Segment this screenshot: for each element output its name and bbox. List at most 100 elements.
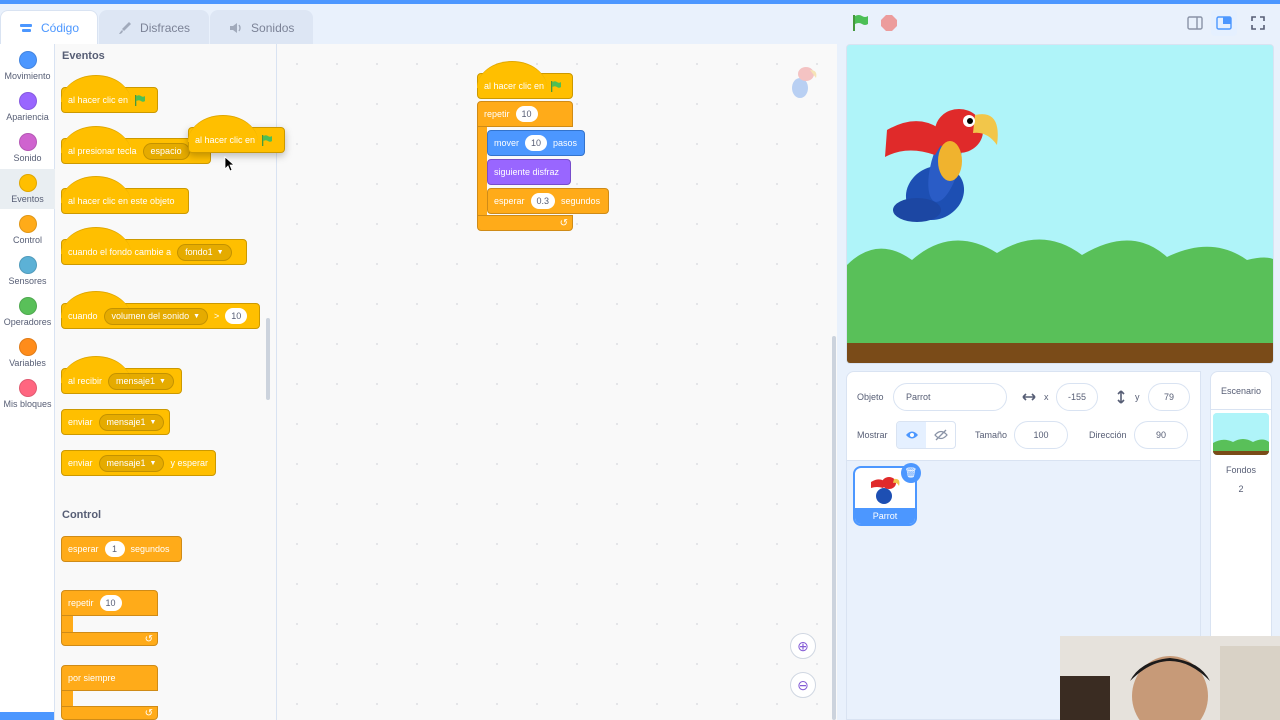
- category-label: Sonido: [13, 153, 42, 163]
- key-dropdown[interactable]: espacio: [142, 142, 190, 160]
- block-text: segundos: [561, 196, 601, 206]
- repeat-footer: ↺: [61, 632, 158, 646]
- horizontal-arrows-icon: [1022, 393, 1036, 401]
- tab-sounds[interactable]: Sonidos: [210, 10, 314, 44]
- show-sprite-button[interactable]: [897, 422, 926, 448]
- chevron-down-icon: ▼: [149, 418, 157, 426]
- small-stage-button[interactable]: [1182, 10, 1208, 36]
- block-broadcast[interactable]: enviar mensaje1 ▼: [61, 409, 170, 435]
- top-accent-bar: [0, 0, 1280, 4]
- script-repeat[interactable]: repetir 10: [477, 101, 573, 127]
- block-forever[interactable]: por siempre: [61, 665, 158, 691]
- block-text: al hacer clic en este objeto: [68, 196, 175, 206]
- message-dropdown[interactable]: mensaje1 ▼: [98, 454, 165, 472]
- category-control[interactable]: Control: [0, 210, 55, 250]
- block-when-backdrop-switches[interactable]: cuando el fondo cambie a fondo1 ▼: [61, 227, 247, 265]
- current-sprite-watermark-icon: [792, 67, 817, 98]
- number-input[interactable]: 10: [515, 106, 538, 122]
- direction-input[interactable]: 90: [1134, 421, 1188, 449]
- number-input[interactable]: 10: [225, 308, 248, 324]
- category-events[interactable]: Eventos: [0, 169, 55, 209]
- tab-code[interactable]: Código: [0, 10, 99, 44]
- zoom-out-button[interactable]: ⊖: [790, 672, 816, 698]
- category-motion[interactable]: Movimiento: [0, 46, 55, 86]
- backdrops-count: 2: [1238, 484, 1244, 494]
- sensor-dropdown[interactable]: volumen del sonido ▼: [103, 307, 209, 325]
- block-text: esperar: [494, 196, 525, 206]
- green-flag-button[interactable]: [847, 10, 873, 36]
- tab-label: Disfraces: [140, 20, 191, 35]
- category-menu: Movimiento Apariencia Sonido Eventos Con…: [0, 44, 55, 720]
- x-position-input[interactable]: -155: [1056, 383, 1098, 411]
- block-text: al recibir: [68, 376, 103, 386]
- chevron-down-icon: ▼: [193, 312, 201, 320]
- script-wait[interactable]: esperar 0.3 segundos: [487, 188, 609, 214]
- green-flag-icon: [551, 80, 562, 92]
- block-repeat[interactable]: repetir 10: [61, 590, 158, 616]
- number-input[interactable]: 1: [104, 541, 125, 557]
- stage-canvas[interactable]: [846, 44, 1274, 364]
- script-when-flag-clicked[interactable]: al hacer clic en: [477, 61, 573, 99]
- backdrop-dropdown[interactable]: fondo1 ▼: [177, 243, 232, 261]
- dragging-block-when-flag-clicked[interactable]: al hacer clic en: [188, 115, 285, 153]
- block-when-loudness[interactable]: cuando volumen del sonido ▼ > 10: [61, 291, 260, 329]
- hide-sprite-button[interactable]: [926, 422, 955, 448]
- block-text: pasos: [553, 138, 578, 148]
- script-repeat-mouth: [477, 127, 487, 215]
- large-stage-button[interactable]: [1211, 10, 1237, 36]
- category-my-blocks[interactable]: Mis bloques: [0, 374, 55, 414]
- fullscreen-icon: [1251, 16, 1265, 30]
- block-when-i-receive[interactable]: al recibir mensaje1 ▼: [61, 356, 182, 394]
- fullscreen-button[interactable]: [1245, 10, 1271, 36]
- palette-scrollbar[interactable]: [266, 318, 270, 400]
- number-input[interactable]: 10: [99, 595, 122, 611]
- stop-button[interactable]: [876, 10, 902, 36]
- category-sound[interactable]: Sonido: [0, 128, 55, 168]
- block-when-sprite-clicked[interactable]: al hacer clic en este objeto: [61, 176, 189, 214]
- chevron-down-icon: ▼: [216, 248, 224, 256]
- loop-arrow-icon: ↺: [559, 217, 568, 229]
- dropdown-value: fondo1: [185, 247, 213, 257]
- category-looks[interactable]: Apariencia: [0, 87, 55, 127]
- category-sensing[interactable]: Sensores: [0, 251, 55, 291]
- parrot-thumbnail: [871, 477, 900, 504]
- number-input[interactable]: 0.3: [530, 193, 556, 209]
- green-flag-icon: [135, 94, 146, 106]
- script-move-steps[interactable]: mover 10 pasos: [487, 130, 585, 156]
- block-broadcast-and-wait[interactable]: enviar mensaje1 ▼ y esperar: [61, 450, 216, 476]
- script-next-costume[interactable]: siguiente disfraz: [487, 159, 571, 185]
- category-variables[interactable]: Variables: [0, 333, 55, 373]
- category-label: Control: [12, 235, 42, 245]
- extensions-button-edge[interactable]: [0, 712, 54, 720]
- show-label: Mostrar: [857, 430, 888, 440]
- chevron-down-icon: ▼: [159, 377, 166, 385]
- loop-arrow-icon: ↺: [144, 707, 153, 719]
- block-text: cuando el fondo cambie a: [68, 247, 172, 257]
- block-when-flag-clicked[interactable]: al hacer clic en: [61, 75, 158, 113]
- delete-sprite-button[interactable]: 🗑: [901, 463, 921, 483]
- y-position-input[interactable]: 79: [1148, 383, 1190, 411]
- message-dropdown[interactable]: mensaje1 ▼: [108, 372, 174, 390]
- stage-thumbnail[interactable]: [1213, 413, 1269, 455]
- direction-label: Dirección: [1089, 430, 1127, 440]
- sensing-category-icon: [18, 256, 37, 274]
- category-label: Sensores: [8, 276, 47, 286]
- block-text: al hacer clic en: [195, 135, 256, 145]
- control-category-icon: [18, 215, 37, 233]
- number-input[interactable]: 10: [525, 135, 548, 151]
- x-label: x: [1044, 392, 1049, 402]
- category-label: Eventos: [11, 194, 44, 204]
- block-wait[interactable]: esperar 1 segundos: [61, 536, 182, 562]
- sprite-name-input[interactable]: Parrot: [893, 383, 1007, 411]
- workspace-scrollbar[interactable]: [832, 336, 836, 720]
- zoom-in-button[interactable]: ⊕: [790, 633, 816, 659]
- category-operators[interactable]: Operadores: [0, 292, 55, 332]
- tab-costumes[interactable]: Disfraces: [99, 10, 210, 44]
- motion-category-icon: [18, 51, 37, 69]
- message-dropdown[interactable]: mensaje1 ▼: [98, 413, 165, 431]
- block-text: siguiente disfraz: [494, 167, 560, 177]
- block-text: por siempre: [68, 673, 116, 683]
- size-input[interactable]: 100: [1014, 421, 1068, 449]
- small-stage-icon: [1187, 16, 1203, 30]
- dropdown-value: volumen del sonido: [111, 311, 190, 321]
